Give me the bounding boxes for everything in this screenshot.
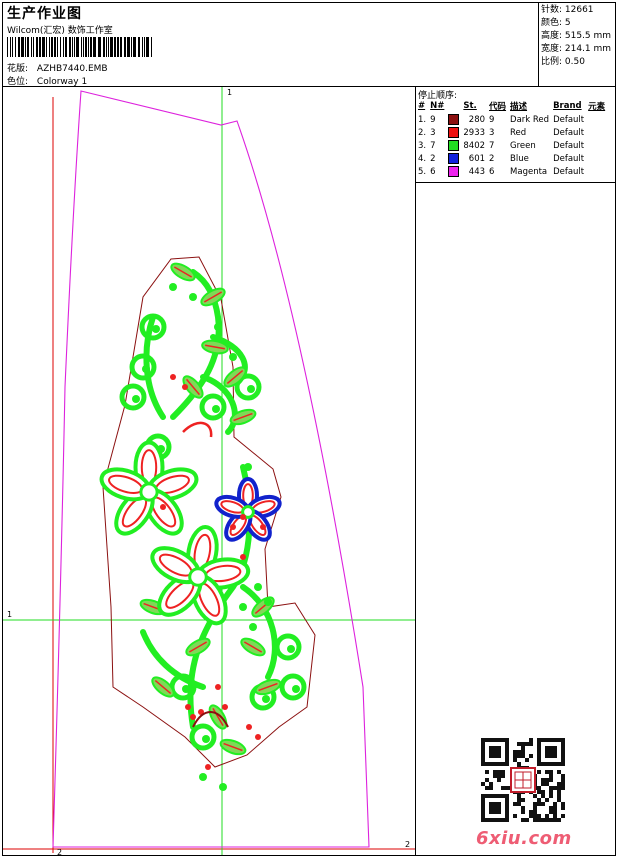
- axis-bottom-label: 2: [57, 848, 62, 855]
- design-canvas: 1 1 2 2: [3, 87, 415, 855]
- row-needle: 2: [430, 153, 436, 164]
- sequence-row: 1. 9 280 9 Dark Red Default: [417, 113, 608, 126]
- watermark-text: 6xiu.com: [476, 828, 572, 849]
- color-count: 颜色: 5: [541, 18, 571, 28]
- row-desc: Green: [510, 140, 536, 151]
- sequence-row: 3. 7 8402 7 Green Default: [417, 139, 608, 152]
- col-index: #: [418, 101, 426, 111]
- row-element: [587, 139, 608, 152]
- row-element: [587, 113, 608, 126]
- row-needle: 7: [430, 140, 436, 151]
- row-stitches: 8402: [463, 140, 486, 151]
- embroidery-art: [99, 262, 307, 791]
- row-code: 3: [489, 127, 495, 138]
- col-stitches: St.: [463, 101, 477, 111]
- header-stats-divider: [538, 2, 539, 86]
- color-swatch: [448, 140, 460, 151]
- sequence-header-row: # N# St. 代码 描述 Brand 元素: [417, 100, 608, 113]
- row-desc: Red: [510, 127, 527, 138]
- row-brand: Default: [553, 127, 585, 138]
- row-desc: Blue: [510, 153, 529, 164]
- axis-left-label: 1: [7, 610, 12, 619]
- col-needle: N#: [430, 101, 445, 111]
- sequence-row: 2. 3 2933 3 Red Default: [417, 126, 608, 139]
- barcode-icon: [7, 37, 152, 57]
- col-desc: 描述: [510, 102, 528, 112]
- color-swatch: [448, 127, 460, 138]
- row-index: 3.: [418, 140, 427, 151]
- row-stitches: 280: [468, 114, 486, 125]
- row-stitches: 2933: [463, 127, 486, 138]
- seal-stamp-icon: [510, 767, 536, 793]
- row-needle: 3: [430, 127, 436, 138]
- row-needle: 6: [430, 166, 436, 177]
- colorway-value: Colorway 1: [36, 77, 88, 87]
- row-brand: Default: [553, 114, 585, 125]
- color-swatch: [448, 114, 460, 125]
- axis-top-label: 1: [227, 88, 232, 97]
- row-swatch: [447, 152, 462, 165]
- stats-panel: 针数: 12661 颜色: 5 高度: 515.5 mm 宽度: 214.1 m…: [541, 4, 611, 69]
- row-element: [587, 152, 608, 165]
- colorway-row: 色位: Colorway 1: [7, 74, 87, 87]
- row-stitches: 601: [468, 153, 486, 164]
- color-swatch: [448, 166, 460, 177]
- design-width: 宽度: 214.1 mm: [541, 44, 612, 54]
- row-brand: Default: [553, 153, 585, 164]
- row-code: 7: [489, 140, 495, 151]
- row-swatch: [447, 165, 462, 178]
- row-needle: 9: [430, 114, 436, 125]
- row-stitches: 443: [468, 166, 486, 177]
- col-brand: Brand: [553, 101, 582, 111]
- row-swatch: [447, 139, 462, 152]
- sequence-divider: [415, 86, 416, 856]
- design-name-row: 花版: AZHB7440.EMB: [7, 61, 108, 74]
- sheet-title: 生产作业图: [7, 6, 82, 22]
- row-code: 2: [489, 153, 495, 164]
- axis-right-label: 2: [405, 840, 410, 849]
- row-code: 6: [489, 166, 495, 177]
- company-name: Wilcom(汇宏) 数饰工作室: [7, 26, 113, 36]
- color-sequence-table: # N# St. 代码 描述 Brand 元素 1. 9 280 9 Dark Red D…: [417, 100, 608, 178]
- qr-code-icon: [481, 738, 565, 822]
- colorway-label: 色位:: [7, 77, 29, 87]
- row-code: 9: [489, 114, 495, 125]
- row-desc: Dark Red: [510, 114, 550, 125]
- row-index: 1.: [418, 114, 427, 125]
- row-index: 2.: [418, 127, 427, 138]
- sequence-bottom-divider: [415, 182, 616, 183]
- color-swatch: [448, 153, 460, 164]
- design-label: 花版:: [7, 64, 29, 74]
- row-desc: Magenta: [510, 166, 548, 177]
- row-brand: Default: [553, 166, 585, 177]
- row-element: [587, 126, 608, 139]
- col-swatch: [447, 100, 462, 113]
- row-swatch: [447, 126, 462, 139]
- row-index: 4.: [418, 153, 427, 164]
- row-swatch: [447, 113, 462, 126]
- col-code: 代码: [489, 102, 507, 112]
- sequence-row: 4. 2 601 2 Blue Default: [417, 152, 608, 165]
- design-height: 高度: 515.5 mm: [541, 31, 612, 41]
- design-value: AZHB7440.EMB: [36, 64, 108, 74]
- sequence-row: 5. 6 443 6 Magenta Default: [417, 165, 608, 178]
- col-element: 元素: [588, 102, 606, 112]
- stitch-count: 针数: 12661: [541, 5, 594, 15]
- row-index: 5.: [418, 166, 427, 177]
- design-scale: 比例: 0.50: [541, 57, 585, 67]
- row-element: [587, 165, 608, 178]
- row-brand: Default: [553, 140, 585, 151]
